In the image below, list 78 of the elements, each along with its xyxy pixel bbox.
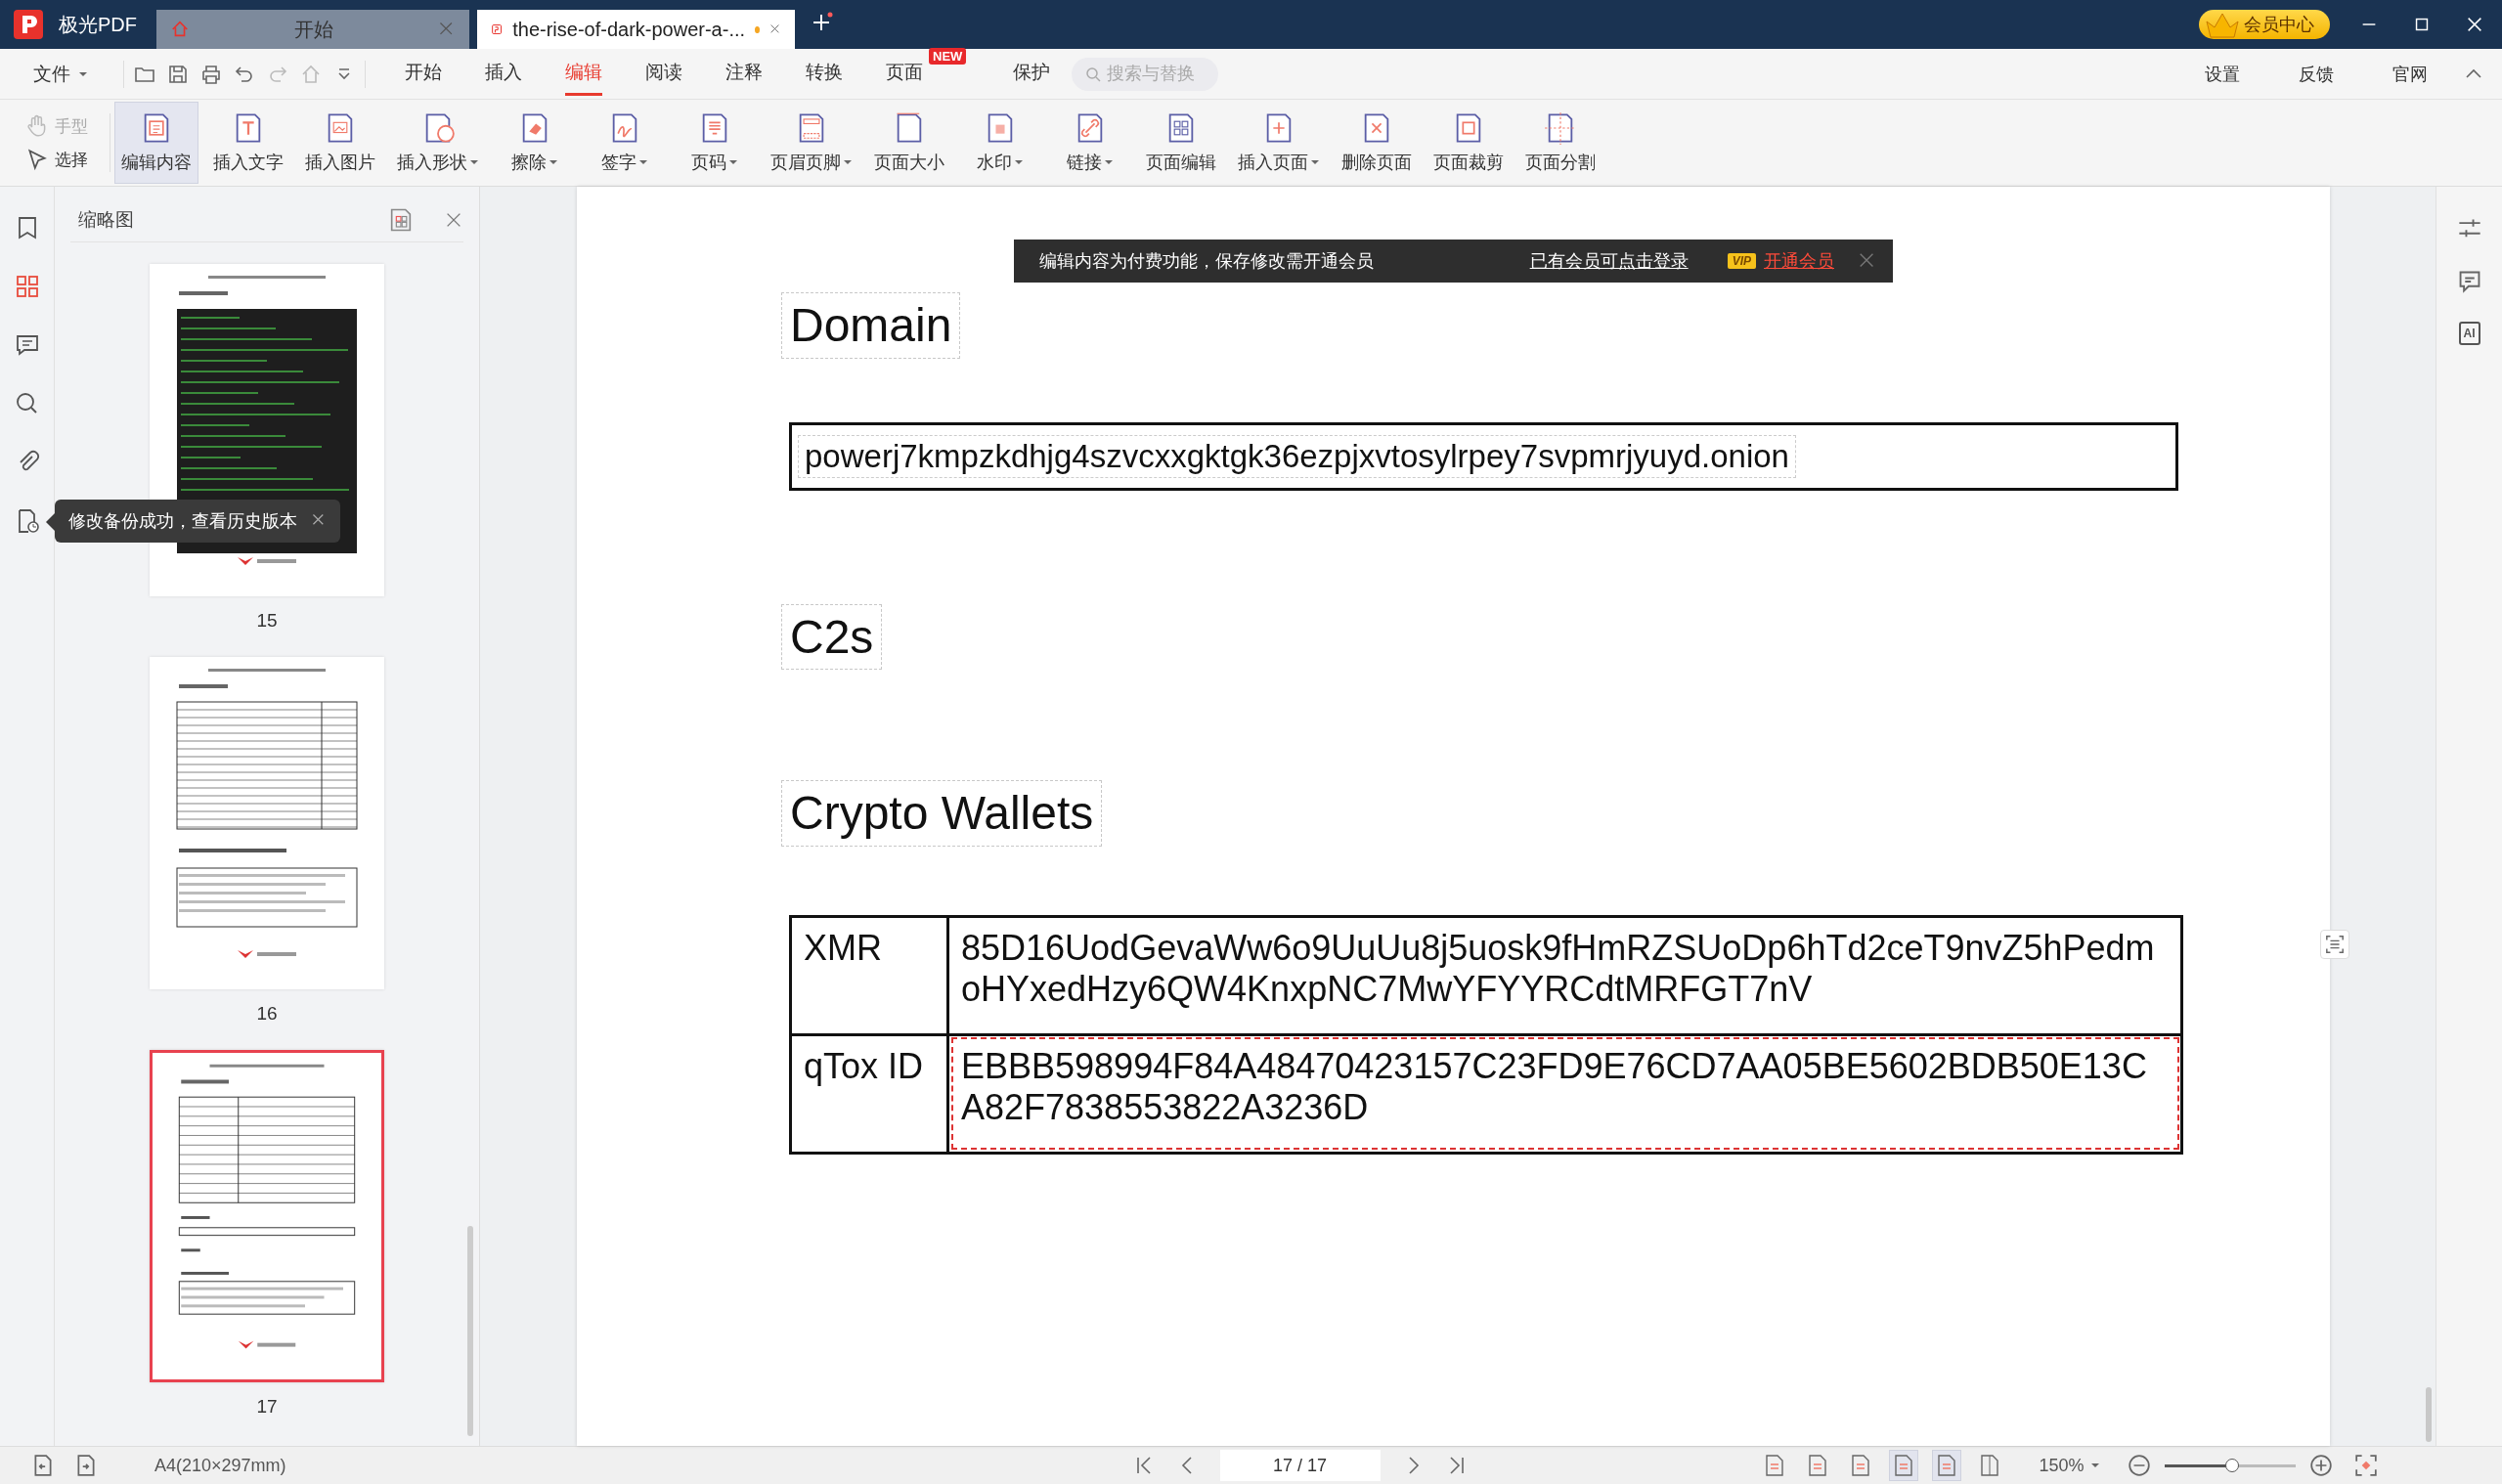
page-number-field[interactable]: 17 / 17 bbox=[1219, 1450, 1381, 1481]
toolbar-button[interactable]: 链接 bbox=[1049, 102, 1131, 184]
select-tool[interactable]: 选择 bbox=[25, 148, 88, 171]
toolbar-button[interactable]: 页眉页脚 bbox=[764, 102, 859, 184]
upgrade-link[interactable]: 开通会员 bbox=[1764, 249, 1834, 273]
view-mode-button[interactable] bbox=[1888, 1450, 1918, 1481]
caret-icon bbox=[78, 69, 88, 78]
split-tool-icon bbox=[1544, 111, 1577, 145]
toolbar-button[interactable]: 擦除 bbox=[494, 102, 576, 184]
domain-text: powerj7kmpzkdhjg4szvcxxgktgk36ezpjxvtosylrpey7svpmrjyuyd.onion bbox=[798, 434, 1796, 478]
toolbar-button[interactable]: 页码 bbox=[674, 102, 756, 184]
menu-tab[interactable]: 阅读 bbox=[645, 52, 682, 96]
app-name: 极光PDF bbox=[59, 12, 137, 37]
file-menu[interactable]: 文件 bbox=[27, 60, 94, 88]
page-number: 16 bbox=[256, 1003, 278, 1025]
table-cell: EBBB598994F84A48470423157C23FD9E76CD7AA05BE5602BDB50E13CA82F7838553822A3236D bbox=[947, 1034, 2182, 1154]
toolbar-button[interactable]: 插入页面 bbox=[1231, 102, 1327, 184]
vip-badge: VIP bbox=[1727, 253, 1756, 269]
menu-tab[interactable]: 插入 bbox=[485, 52, 522, 96]
page-number: 15 bbox=[256, 610, 278, 632]
fullscreen-icon[interactable] bbox=[2353, 1454, 2378, 1477]
zoom-in-icon[interactable] bbox=[2308, 1454, 2333, 1477]
search-field[interactable]: 搜索与替换 bbox=[1072, 57, 1218, 91]
toolbar-button[interactable]: 水印 bbox=[959, 102, 1041, 184]
menu-tab[interactable]: 编辑 bbox=[565, 52, 602, 96]
caret-icon bbox=[2089, 1462, 2100, 1469]
next-view-icon[interactable] bbox=[74, 1454, 98, 1477]
document-tab[interactable]: the-rise-of-dark-power-a-... bbox=[477, 10, 795, 49]
toolbar-button[interactable]: 插入图片 bbox=[298, 102, 382, 184]
toast-text[interactable]: 修改备份成功，查看历史版本 bbox=[68, 509, 297, 533]
scrollbar[interactable] bbox=[2426, 1387, 2432, 1442]
page-size-text: A4(210×297mm) bbox=[154, 1455, 286, 1476]
table-cell: XMR bbox=[790, 916, 948, 1035]
table-cell: qTox ID bbox=[790, 1034, 948, 1154]
zoom-dropdown[interactable]: 150% bbox=[2033, 1454, 2106, 1477]
menu-tab[interactable]: 注释 bbox=[725, 52, 763, 96]
member-center-button[interactable]: 会员中心 bbox=[2199, 10, 2330, 39]
section-heading: Crypto Wallets bbox=[781, 780, 1103, 847]
zoom-out-icon[interactable] bbox=[2127, 1454, 2151, 1477]
close-icon[interactable] bbox=[2465, 15, 2484, 34]
header-link[interactable]: 设置 bbox=[2199, 61, 2246, 87]
save-icon[interactable] bbox=[167, 63, 189, 85]
slider-thumb[interactable] bbox=[2225, 1458, 2240, 1472]
panel-title: 缩略图 bbox=[78, 208, 135, 232]
toolbar-button[interactable]: 删除页面 bbox=[1335, 102, 1419, 184]
view-mode-button[interactable] bbox=[1931, 1450, 1961, 1481]
login-link[interactable]: 已有会员可点击登录 bbox=[1529, 249, 1689, 273]
section-heading: Domain bbox=[781, 292, 961, 359]
new-badge: NEW bbox=[929, 48, 967, 65]
banner-message: 编辑内容为付费功能，保存修改需开通会员 bbox=[1039, 250, 1375, 273]
ai-button[interactable]: AI bbox=[2458, 322, 2480, 345]
toolbar-button[interactable]: 页面裁剪 bbox=[1427, 102, 1511, 184]
toolbar-button[interactable]: 插入文字 bbox=[206, 102, 290, 184]
previous-view-icon[interactable] bbox=[31, 1454, 55, 1477]
search-icon bbox=[1085, 65, 1101, 82]
app-logo bbox=[14, 10, 43, 39]
toolbar-button[interactable]: 插入形状 bbox=[390, 102, 486, 184]
table-cell: 85D16UodGevaWw6o9UuUu8j5uosk9fHmRZSUoDp6hTd2ceT9nvZ5hPedmoHYxedHzy6QW4KnxpNC7MwYFYYRCdtMRFGT7nV bbox=[947, 916, 2182, 1035]
home-tab[interactable]: 开始 bbox=[156, 10, 469, 49]
scrollbar[interactable] bbox=[467, 1226, 473, 1436]
menu-tab[interactable]: 转换 bbox=[806, 52, 843, 96]
header-link[interactable]: 反馈 bbox=[2293, 61, 2340, 87]
scan-icon[interactable] bbox=[2325, 935, 2345, 954]
page-thumbnail[interactable] bbox=[150, 657, 384, 989]
page-number: 17 bbox=[256, 1396, 278, 1418]
toolbar-button[interactable]: 页面编辑 bbox=[1139, 102, 1223, 184]
toolbar-button[interactable]: 页面大小 bbox=[867, 102, 951, 184]
page-thumbnail[interactable] bbox=[150, 1050, 384, 1382]
menu-tab[interactable]: 开始 bbox=[405, 52, 442, 96]
toolbar-button[interactable]: 页面分割 bbox=[1518, 102, 1602, 184]
print-icon[interactable] bbox=[200, 63, 222, 85]
section-heading: C2s bbox=[781, 603, 883, 671]
cursor-icon bbox=[25, 148, 49, 171]
toolbar-button[interactable]: 编辑内容 bbox=[114, 102, 198, 184]
toolbar-button[interactable]: 签字 bbox=[584, 102, 666, 184]
header-link[interactable]: 官网 bbox=[2387, 61, 2434, 87]
menu-tab[interactable]: 保护 bbox=[1013, 52, 1050, 96]
home-icon bbox=[170, 20, 190, 39]
